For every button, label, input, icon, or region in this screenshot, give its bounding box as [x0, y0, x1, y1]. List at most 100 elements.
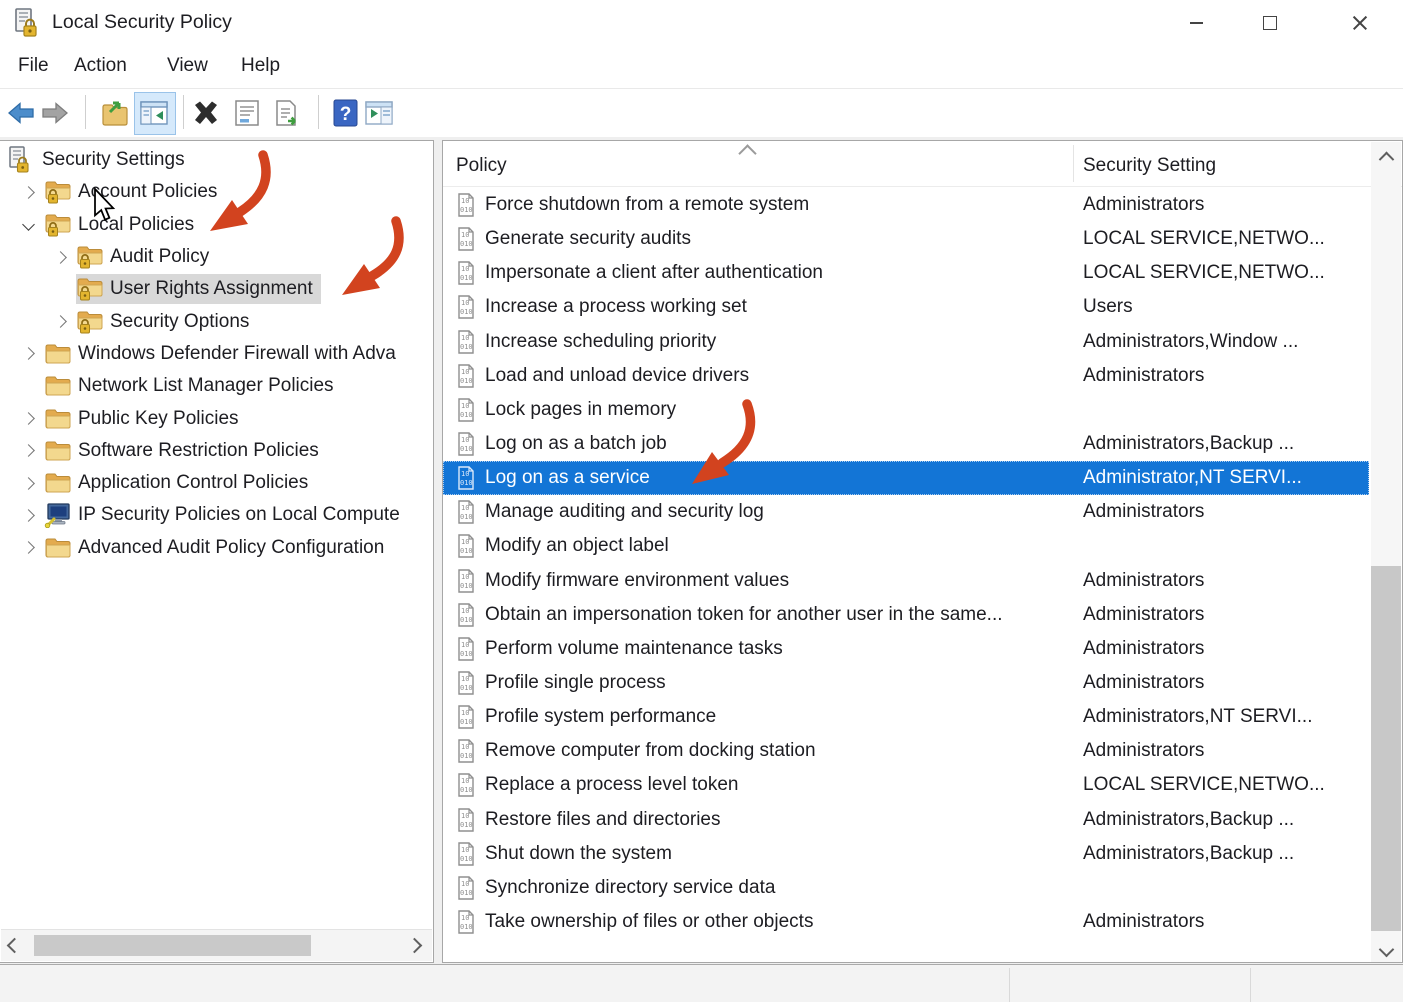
tree-expander[interactable] — [44, 250, 76, 264]
window-title: Local Security Policy — [52, 11, 232, 33]
scrollbar-thumb[interactable] — [1371, 566, 1401, 931]
tree-item[interactable]: Software Restriction Policies — [0, 435, 433, 467]
policy-row[interactable]: 10 010 Increase a process working set Us… — [443, 290, 1369, 324]
policy-row[interactable]: 10 010 Perform volume maintenance tasks … — [443, 632, 1369, 666]
tree-item[interactable]: Local Policies — [0, 209, 433, 241]
policy-row[interactable]: 10 010 Increase scheduling priority Admi… — [443, 325, 1369, 359]
tree-expander[interactable] — [12, 347, 44, 361]
policy-row[interactable]: 10 010 Force shutdown from a remote syst… — [443, 188, 1369, 222]
up-one-level-button[interactable] — [99, 96, 131, 130]
policy-row[interactable]: 10 010 Take ownership of files or other … — [443, 905, 1369, 939]
policy-icon: 10 010 — [458, 773, 474, 798]
tree-expander[interactable] — [12, 444, 44, 458]
policy-row[interactable]: 10 010 Profile single process Administra… — [443, 666, 1369, 700]
policy-row[interactable]: 10 010 Synchronize directory service dat… — [443, 871, 1369, 905]
policy-name: Load and unload device drivers — [485, 364, 750, 386]
show-hide-console-tree-button[interactable] — [138, 96, 170, 130]
tree-item-icon — [76, 244, 108, 270]
close-button[interactable] — [1332, 0, 1388, 46]
menu-action[interactable]: Action — [74, 55, 127, 77]
column-header-security-setting[interactable]: Security Setting — [1083, 155, 1216, 177]
maximize-button[interactable] — [1242, 0, 1298, 46]
show-hide-action-pane-button[interactable] — [363, 96, 395, 130]
tree-expander[interactable] — [12, 186, 44, 199]
policy-row[interactable]: 10 010 Modify firmware environment value… — [443, 564, 1369, 598]
policy-row[interactable]: 10 010 Replace a process level token LOC… — [443, 768, 1369, 802]
policy-row[interactable]: 10 010 Load and unload device drivers Ad… — [443, 359, 1369, 393]
svg-text:10: 10 — [461, 777, 469, 785]
svg-text:010: 010 — [460, 547, 473, 555]
delete-button[interactable] — [190, 96, 222, 130]
tree-item[interactable]: Advanced Audit Policy Configuration — [0, 532, 433, 564]
tree-item[interactable]: Windows Defender Firewall with Adva — [0, 338, 433, 370]
policy-icon: 10 010 — [458, 807, 474, 832]
scroll-up-button[interactable] — [1371, 142, 1401, 170]
policy-name: Impersonate a client after authenticatio… — [485, 262, 823, 284]
tree-item[interactable]: IP Security Policies on Local Compute — [0, 499, 433, 531]
policy-row[interactable]: 10 010 Restore files and directories Adm… — [443, 803, 1369, 837]
tree-item[interactable]: Application Control Policies — [0, 467, 433, 499]
policy-icon: 10 010 — [458, 193, 474, 217]
menu-help[interactable]: Help — [241, 55, 280, 77]
back-button[interactable] — [5, 96, 37, 130]
policy-row[interactable]: 10 010 Lock pages in memory — [443, 393, 1369, 427]
scroll-left-button[interactable] — [1, 930, 27, 961]
policy-row[interactable]: 10 010 Impersonate a client after authen… — [443, 256, 1369, 290]
status-bar-divider — [1009, 968, 1010, 1002]
policy-row[interactable]: 10 010 Profile system performance Admini… — [443, 700, 1369, 734]
forward-button[interactable] — [39, 96, 71, 130]
policy-icon: 10 010 — [458, 842, 474, 866]
help-button[interactable]: ? — [329, 96, 361, 130]
scroll-right-button[interactable] — [401, 930, 427, 961]
policy-icon: 10 010 — [458, 466, 474, 490]
menu-file[interactable]: File — [18, 55, 49, 77]
properties-button[interactable] — [231, 96, 263, 130]
policy-row[interactable]: 10 010 Log on as a service Administrator… — [443, 461, 1369, 496]
tree-item[interactable]: User Rights Assignment — [0, 273, 433, 305]
tree-item[interactable]: Public Key Policies — [0, 402, 433, 434]
policy-name: Modify firmware environment values — [485, 569, 790, 591]
export-list-button[interactable] — [271, 96, 303, 130]
properties-icon — [235, 100, 259, 126]
policy-row[interactable]: 10 010 Log on as a batch job Administrat… — [443, 427, 1369, 461]
policy-row[interactable]: 10 010 Shut down the system Administrato… — [443, 837, 1369, 871]
tree-expander[interactable] — [44, 315, 76, 328]
tree-expander[interactable] — [12, 412, 44, 425]
policy-name: Take ownership of files or other objects — [485, 911, 814, 933]
svg-text:010: 010 — [460, 889, 473, 897]
tree-item-label: User Rights Assignment — [110, 278, 313, 300]
policy-row[interactable]: 10 010 Remove computer from docking stat… — [443, 734, 1369, 768]
svg-text:010: 010 — [460, 752, 473, 760]
tree-item[interactable]: Security Settings — [0, 144, 433, 176]
tree-item-label: Security Settings — [42, 149, 185, 171]
tree-expander[interactable] — [12, 218, 44, 232]
policy-setting: Administrators — [1083, 911, 1205, 933]
policy-row[interactable]: 10 010 Modify an object label — [443, 529, 1369, 563]
sort-ascending-icon — [738, 144, 757, 163]
policy-row[interactable]: 10 010 Generate security audits LOCAL SE… — [443, 222, 1369, 256]
tree-horizontal-scrollbar[interactable] — [1, 929, 432, 961]
list-vertical-scrollbar[interactable] — [1371, 142, 1401, 962]
column-header-policy[interactable]: Policy — [456, 155, 507, 177]
tree-item[interactable]: Audit Policy — [0, 241, 433, 273]
policy-row[interactable]: 10 010 Obtain an impersonation token for… — [443, 598, 1369, 632]
scroll-down-button[interactable] — [1371, 935, 1401, 962]
tree-item-icon — [44, 179, 76, 205]
tree-item-icon — [44, 471, 76, 495]
svg-text:10: 10 — [461, 675, 469, 683]
tree-expander[interactable] — [12, 476, 44, 490]
policy-setting: Users — [1083, 296, 1133, 318]
chevron-down-icon — [1378, 941, 1394, 957]
svg-text:010: 010 — [460, 513, 473, 521]
scrollbar-thumb[interactable] — [34, 935, 311, 956]
policy-row[interactable]: 10 010 Manage auditing and security log … — [443, 495, 1369, 529]
menu-view[interactable]: View — [167, 55, 208, 77]
tree-expander[interactable] — [12, 541, 44, 555]
column-divider[interactable] — [1073, 145, 1074, 182]
policy-name: Generate security audits — [485, 228, 691, 250]
tree-item[interactable]: Network List Manager Policies — [0, 370, 433, 402]
tree-item[interactable]: Account Policies — [0, 176, 433, 208]
tree-expander[interactable] — [12, 509, 44, 522]
tree-item[interactable]: Security Options — [0, 305, 433, 337]
minimize-button[interactable] — [1168, 0, 1224, 46]
